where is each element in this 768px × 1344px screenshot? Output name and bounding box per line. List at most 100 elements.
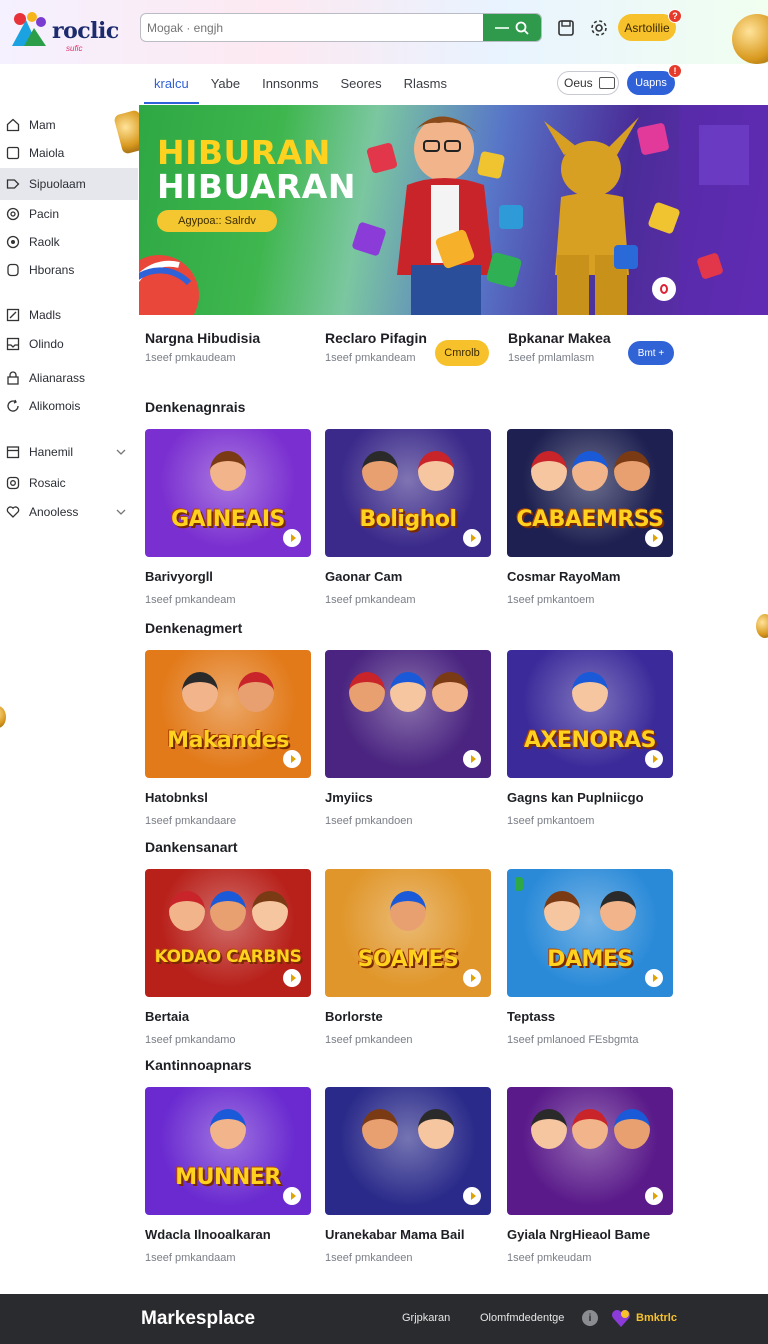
sidebar-item-sipuolaam[interactable]: Sipuolaam [0, 168, 138, 200]
character-art [530, 1109, 567, 1149]
play-icon [652, 974, 658, 982]
play-button[interactable] [463, 529, 481, 547]
footer-link-2[interactable]: Olomfmdedentge [480, 1312, 564, 1324]
sidebar-item-hborans[interactable]: Hborans [0, 254, 138, 286]
search-input[interactable] [141, 14, 485, 41]
play-icon [470, 1192, 476, 1200]
play-button[interactable] [283, 1187, 301, 1205]
character-art [362, 1109, 399, 1149]
play-button[interactable] [283, 969, 301, 987]
sidebar-item-madls[interactable]: Madls [0, 299, 138, 331]
game-card[interactable]: DAMES Teptass 1seef pmlanoed FEsbgmta [507, 869, 673, 1046]
tab-kralcu[interactable]: kralcu [144, 64, 199, 104]
account-notification-badge: ? [668, 9, 682, 23]
sidebar-item-label: Mam [29, 118, 56, 132]
hero-banner[interactable]: HIBURAN HIBUARAN Agypoa:: Salrdv [139, 105, 768, 315]
footer-brand: Markesplace [141, 1308, 256, 1329]
character-art [613, 1109, 650, 1149]
play-button[interactable] [645, 969, 663, 987]
game-card[interactable]: GAINEAIS Barivyorgll 1seef pmkandeam [145, 429, 311, 606]
game-thumbnail[interactable] [325, 650, 491, 778]
game-card[interactable]: Bolighol Gaonar Cam 1seef pmkandeam [325, 429, 491, 606]
save-icon[interactable] [556, 18, 576, 38]
sidebar-item-olindo[interactable]: Olindo [0, 328, 138, 360]
thumbnail-logo-text: AXENORAS [524, 728, 656, 753]
play-button[interactable] [463, 750, 481, 768]
play-button[interactable] [645, 750, 663, 768]
account-button[interactable]: Asrtolilie [618, 14, 676, 41]
sidebar-item-rosaic[interactable]: Rosaic [0, 467, 138, 499]
game-thumbnail[interactable]: Makandes [145, 650, 311, 778]
sidebar-item-hanemil[interactable]: Hanemil [0, 436, 138, 468]
game-card-title: Jmyiics [325, 790, 373, 805]
game-card-subtitle: 1seef pmkandaam [145, 1252, 236, 1264]
character-art [390, 891, 426, 931]
thumbnail-tag [515, 877, 523, 891]
hero-action-button[interactable] [652, 277, 676, 301]
chevron-down-icon[interactable] [116, 507, 126, 517]
character-art [237, 672, 274, 712]
game-thumbnail[interactable]: KODAO CARBNS [145, 869, 311, 997]
game-card[interactable]: CABAEMRSS Cosmar RayoMam 1seef pmkantoem [507, 429, 673, 606]
game-card[interactable]: MUNNER Wdacla Ilnooalkaran 1seef pmkandaam [145, 1087, 311, 1264]
game-card[interactable]: Makandes Hatobnksl 1seef pmkandaare [145, 650, 311, 827]
game-card[interactable]: SOAMES Borlorste 1seef pmkandeen [325, 869, 491, 1046]
gear-icon[interactable] [589, 18, 609, 38]
hero-cta-button[interactable]: Agypoa:: Salrdv [157, 210, 277, 232]
sidebar-item-anooless[interactable]: Anooless [0, 496, 138, 528]
featured-subtitle: 1seef pmkaudeam [145, 352, 236, 364]
play-button[interactable] [645, 529, 663, 547]
featured-action-button[interactable]: Cmrolb [435, 340, 489, 366]
play-button[interactable] [645, 1187, 663, 1205]
search-icon [515, 21, 529, 35]
featured-add-button[interactable]: Bmt + [628, 341, 674, 365]
game-thumbnail[interactable]: DAMES [507, 869, 673, 997]
character-art [613, 451, 650, 491]
sidebar-item-label: Sipuolaam [29, 177, 86, 191]
tab-innsonms[interactable]: Innsonms [252, 64, 328, 104]
options-button[interactable]: Oeus [557, 71, 619, 95]
play-button[interactable] [463, 1187, 481, 1205]
upgrade-button[interactable]: Uapns [627, 71, 675, 95]
gear-icon [6, 476, 20, 490]
game-card[interactable]: AXENORAS Gagns kan Puplniicgo 1seef pmkant… [507, 650, 673, 827]
game-thumbnail[interactable]: Bolighol [325, 429, 491, 557]
game-thumbnail[interactable]: GAINEAIS [145, 429, 311, 557]
coin-decoration-right [756, 614, 768, 638]
chevron-down-icon[interactable] [116, 447, 126, 457]
character-art [530, 451, 567, 491]
character-art [431, 672, 468, 712]
play-button[interactable] [463, 969, 481, 987]
tab-rlasms[interactable]: Rlasms [394, 64, 457, 104]
play-button[interactable] [283, 750, 301, 768]
search-button[interactable] [483, 14, 541, 41]
sidebar-item-maiola[interactable]: Maiola [0, 137, 138, 169]
game-card[interactable]: Uranekabar Mama Bail 1seef pmkandeen [325, 1087, 491, 1264]
play-icon [652, 534, 658, 542]
game-card[interactable]: KODAO CARBNS Bertaia 1seef pmkandamo [145, 869, 311, 1046]
game-card-subtitle: 1seef pmkeudam [507, 1252, 592, 1264]
game-card[interactable]: Gyiala NrgHieaol Bame 1seef pmkeudam [507, 1087, 673, 1264]
tab-yabe[interactable]: Yabe [201, 64, 250, 104]
featured-item-1[interactable]: Nargna Hibudisia 1seef pmkaudeam [145, 330, 325, 364]
app-logo[interactable]: roclic sufic [8, 8, 119, 54]
game-thumbnail[interactable]: MUNNER [145, 1087, 311, 1215]
character-art [210, 891, 246, 931]
character-art [182, 672, 219, 712]
game-thumbnail[interactable]: AXENORAS [507, 650, 673, 778]
info-icon[interactable]: i [582, 1310, 598, 1326]
game-card-title: Teptass [507, 1009, 556, 1024]
play-button[interactable] [283, 529, 301, 547]
game-card-subtitle: 1seef pmkandamo [145, 1034, 236, 1046]
sidebar-item-alikomois[interactable]: Alikomois [0, 390, 138, 422]
tab-seores[interactable]: Seores [330, 64, 391, 104]
game-thumbnail[interactable] [325, 1087, 491, 1215]
thumbnail-logo-text: Makandes [167, 728, 289, 753]
footer-link-1[interactable]: Grjpkaran [402, 1312, 450, 1324]
game-card-subtitle: 1seef pmkantoem [507, 815, 595, 827]
game-card[interactable]: Jmyiics 1seef pmkandoen [325, 650, 491, 827]
game-thumbnail[interactable]: CABAEMRSS [507, 429, 673, 557]
game-thumbnail[interactable]: SOAMES [325, 869, 491, 997]
game-thumbnail[interactable] [507, 1087, 673, 1215]
ring-icon [660, 284, 668, 294]
